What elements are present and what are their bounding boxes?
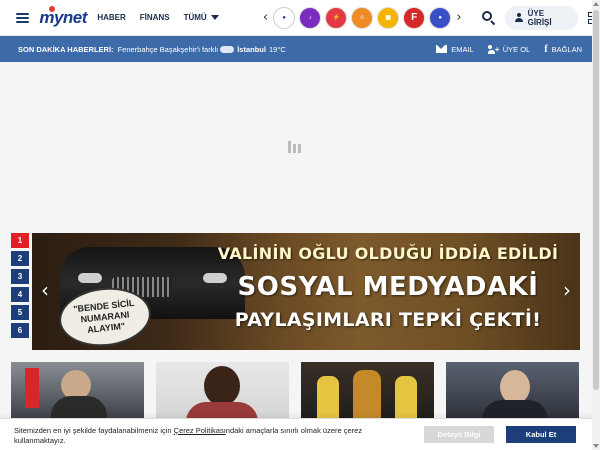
blue-brand-icon[interactable]: ● [429,6,452,29]
f-logo-icon[interactable]: F [403,6,426,29]
microphone-icon[interactable]: ♪ [299,6,322,29]
mail-icon [436,45,448,53]
user-icon [515,13,524,22]
scroll-up-arrow[interactable] [593,2,599,6]
nav-haber[interactable]: HABER [97,13,125,22]
slider-page-1[interactable]: 1 [11,233,29,248]
page: mynet HABER FİNANS TÜMÜ ‹ ● ♪ ⚡ ☺ ▣ F ● … [0,0,600,450]
main-nav: HABER FİNANS TÜMÜ [97,13,219,22]
cookie-text-before: Sitemizden en iyi şekilde faydalanabilme… [14,426,174,435]
weather-temperature: 19°C [268,44,286,54]
mynet-logo[interactable]: mynet [39,5,87,29]
login-label: ÜYE GİRİŞİ [527,8,552,27]
facebook-icon: f [544,43,548,55]
add-user-icon: + [487,44,499,54]
cookie-details-button[interactable]: Detaylı Bilgi [424,426,494,443]
email-link[interactable]: EMAIL [436,44,474,55]
signup-label: ÜYE OL [502,44,531,54]
cookie-policy-link[interactable]: Çerez Politikası [174,426,226,435]
hero-slide[interactable]: "BENDE SİCİL NUMARANI ALAYIM" VALİNİN OĞ… [32,233,580,350]
loading-icon [288,141,301,153]
cookie-accept-button[interactable]: Kabul Et [506,426,576,443]
weather-city[interactable]: İstanbul [237,45,266,54]
brands-prev-arrow[interactable]: ‹ [261,10,271,25]
page-scrollbar[interactable] [592,0,600,450]
cookie-banner: Sitemizden en iyi şekilde faydalanabilme… [0,418,600,450]
logo-text: mynet [39,7,87,27]
cookie-text: Sitemizden en iyi şekilde faydalanabilme… [14,426,404,446]
lightning-icon[interactable]: ⚡ [325,6,348,29]
scroll-down-arrow[interactable] [593,444,599,448]
caret-down-icon [210,15,219,20]
shopping-bag-icon[interactable]: ▣ [377,6,400,29]
brand-carousel: ● ♪ ⚡ ☺ ▣ F ● [273,6,452,29]
nav-tumu-label: TÜMÜ [183,13,207,22]
flag-icon [25,368,39,408]
brands-next-arrow[interactable]: › [454,10,464,25]
slider-pagination: 1 2 3 4 5 6 [11,233,29,338]
connect-link[interactable]: f BAĞLAN [544,44,582,55]
slider-page-4[interactable]: 4 [11,287,29,302]
mynet-brand-icon[interactable]: ● [273,6,296,29]
slider-page-6[interactable]: 6 [11,323,29,338]
chef-icon[interactable]: ☺ [351,6,374,29]
cloud-icon [220,45,235,53]
scroll-thumb[interactable] [593,10,599,390]
connect-label: BAĞLAN [551,44,582,54]
breaking-label: SON DAKİKA HABERLERİ: [18,44,114,54]
slider-page-5[interactable]: 5 [11,305,29,320]
email-label: EMAIL [451,44,474,54]
hero-line-1: VALİNİN OĞLU OLDUĞU İDDİA EDİLDİ [217,244,559,263]
slider-page-2[interactable]: 2 [11,251,29,266]
breaking-headline[interactable]: Fenerbahçe Başakşehir'i farklı [118,45,219,54]
hero-line-3: PAYLAŞIMLARI TEPKİ ÇEKTİ! [234,309,542,331]
hero-headline: VALİNİN OĞLU OLDUĞU İDDİA EDİLDİ SOSYAL … [202,241,574,335]
top-header: mynet HABER FİNANS TÜMÜ ‹ ● ♪ ⚡ ☺ ▣ F ● … [0,0,600,36]
search-icon[interactable] [481,10,495,25]
account-links: EMAIL + ÜYE OL f BAĞLAN [436,44,582,55]
slider-prev-arrow[interactable]: ‹ [38,280,52,302]
slider-next-arrow[interactable]: › [560,280,574,302]
nav-tumu[interactable]: TÜMÜ [184,13,219,22]
hero-line-2: SOSYAL MEDYADAKİ [237,272,539,302]
menu-icon[interactable] [16,12,30,23]
nav-finans[interactable]: FİNANS [140,13,170,22]
login-button[interactable]: ÜYE GİRİŞİ [505,5,579,30]
breaking-news-bar: SON DAKİKA HABERLERİ: Fenerbahçe Başakşe… [0,36,600,62]
signup-link[interactable]: + ÜYE OL [487,44,531,55]
slider-page-3[interactable]: 3 [11,269,29,284]
